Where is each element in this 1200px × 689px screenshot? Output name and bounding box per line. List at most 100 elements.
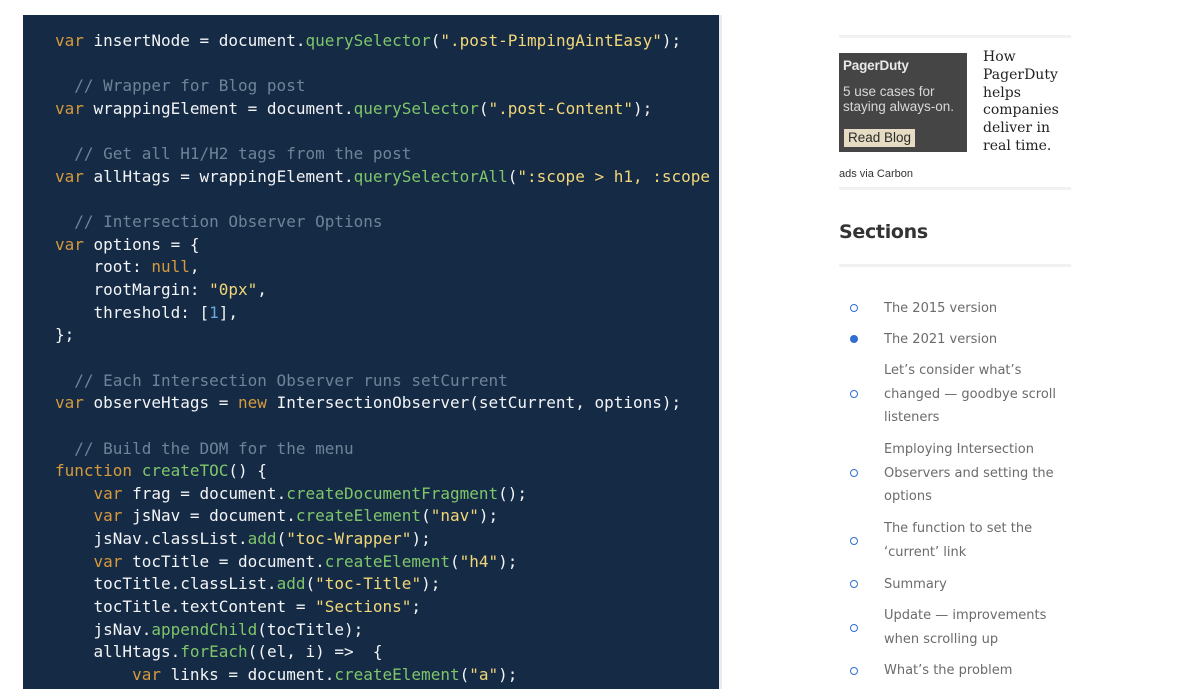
- code-token: );: [411, 529, 431, 549]
- toc-item-label[interactable]: The 2015 version: [884, 297, 1059, 321]
- divider: [839, 35, 1071, 38]
- code-line: var observeHtags = new IntersectionObser…: [55, 392, 719, 415]
- code-token: (tocTitle);: [257, 619, 364, 639]
- ad-tagline: 5 use cases for staying always-on.: [843, 84, 955, 114]
- toc-item-label[interactable]: The 2021 version: [884, 328, 1059, 352]
- ad-brand-logo: PagerDuty: [843, 58, 909, 73]
- code-token: createElement: [324, 551, 450, 571]
- code-token: // Each Intersection Observer runs setCu…: [55, 370, 508, 390]
- code-token: };: [55, 325, 75, 345]
- sections-title: Sections: [839, 221, 928, 243]
- code-token: ":scope > h1, :scope > h2": [517, 166, 711, 186]
- code-token: null: [151, 257, 190, 277]
- code-token: );: [421, 574, 441, 594]
- ads-via-carbon-link[interactable]: ads via Carbon: [839, 168, 913, 180]
- code-token: allHtags.: [55, 642, 181, 662]
- code-token: createDocumentFragment: [286, 483, 499, 503]
- code-token: var: [93, 506, 123, 526]
- code-token: "0px": [209, 280, 258, 300]
- code-line: var frag = document.createDocumentFragme…: [55, 483, 719, 506]
- code-line: };: [55, 324, 719, 347]
- code-token: (: [276, 529, 287, 549]
- toc-item-label[interactable]: Summary: [884, 573, 1059, 597]
- code-line: function createTOC() {: [55, 460, 719, 483]
- toc-bullet-active-icon: [850, 335, 858, 343]
- code-token: "a": [469, 664, 499, 684]
- toc-item-label[interactable]: Let’s consider what’s changed — goodbye …: [884, 359, 1059, 430]
- code-token: observeHtags =: [83, 393, 239, 413]
- code-line: var links = document.createElement("a");: [55, 664, 719, 687]
- code-token: add: [276, 574, 306, 594]
- code-line: threshold: [1],: [55, 302, 719, 325]
- code-line: allHtags.forEach((el, i) => {: [55, 641, 719, 664]
- code-token: querySelectorAll: [353, 166, 508, 186]
- code-line: // Intersection Observer Options: [55, 211, 719, 234]
- code-token: "nav": [430, 506, 479, 526]
- code-token: jsNav = document.: [122, 506, 296, 526]
- code-line: rootMargin: "0px",: [55, 279, 719, 302]
- ad-text-link[interactable]: How PagerDuty helps companies deliver in…: [983, 49, 1071, 156]
- toc-item-label[interactable]: Update — improvements when scrolling up: [884, 604, 1059, 651]
- code-token: (: [421, 506, 431, 526]
- code-token: createTOC: [141, 461, 229, 481]
- code-line: var options = {: [55, 234, 719, 257]
- code-line: // Each Intersection Observer runs setCu…: [55, 370, 719, 393]
- code-token: links = document.: [160, 664, 335, 684]
- code-token: var: [55, 98, 84, 118]
- code-line: var wrappingElement = document.querySele…: [55, 98, 719, 121]
- code-line: tocTitle.classList.add("toc-Title");: [55, 573, 719, 596]
- code-token: );: [633, 98, 653, 118]
- code-line: var jsNav = document.createElement("nav"…: [55, 505, 719, 528]
- code-token: (: [459, 664, 470, 684]
- toc-bullet-icon: [850, 667, 858, 675]
- code-token: tocTitle = document.: [122, 551, 325, 571]
- ad-read-blog-button[interactable]: Read Blog: [844, 129, 916, 147]
- code-token: root:: [55, 257, 152, 277]
- code-token: allHtags = wrappingElement.: [83, 166, 354, 186]
- code-token: var: [55, 234, 84, 254]
- code-token: 1: [209, 302, 219, 322]
- code-token: add: [247, 529, 277, 549]
- code-token: "toc-Title": [315, 574, 422, 594]
- code-token: );: [478, 506, 499, 526]
- code-token: var: [93, 551, 123, 571]
- code-line: // Wrapper for Blog post: [55, 75, 719, 98]
- code-token: rootMargin:: [55, 280, 210, 300]
- code-token: );: [498, 664, 518, 684]
- ad-banner-image[interactable]: PagerDuty 5 use cases for staying always…: [839, 53, 967, 152]
- code-token: (: [449, 551, 460, 571]
- code-token: createElement: [295, 506, 422, 526]
- toc-item-label[interactable]: Employing Intersection Observers and set…: [884, 438, 1059, 509]
- code-token: // Get all H1/H2 tags from the post: [55, 144, 412, 164]
- code-token: "Sections": [315, 597, 412, 617]
- code-token: (: [507, 166, 518, 186]
- code-token: insertNode = document.: [83, 31, 306, 50]
- code-token: // Build the DOM for the menu: [55, 438, 354, 458]
- code-token: forEach: [180, 642, 248, 662]
- code-token: ".post-PimpingAintEasy": [440, 31, 662, 50]
- code-token: threshold: [: [55, 302, 210, 322]
- code-line: tocTitle.textContent = "Sections";: [55, 596, 719, 619]
- code-line: jsNav.classList.add("toc-Wrapper");: [55, 528, 719, 551]
- code-token: querySelector: [353, 98, 479, 118]
- code-token: var: [55, 31, 84, 50]
- toc-item-label[interactable]: The function to set the ‘current’ link: [884, 517, 1059, 564]
- code-token: ;: [411, 597, 422, 617]
- code-line: root: null,: [55, 256, 719, 279]
- code-line: var allHtags = wrappingElement.querySele…: [55, 166, 719, 189]
- code-block: var insertNode = document. querySelector (…: [23, 15, 722, 689]
- code-token: createElement: [334, 664, 460, 684]
- code-token: ],: [218, 302, 239, 322]
- toc-bullet-icon: [850, 537, 858, 545]
- code-token: new: [238, 393, 267, 413]
- toc-item-label[interactable]: What’s the problem: [884, 659, 1059, 683]
- code-line: jsNav.appendChild(tocTitle);: [55, 619, 719, 642]
- code-token: options = {: [83, 234, 200, 254]
- code-token: frag = document.: [122, 483, 287, 503]
- toc-bullet-icon: [850, 624, 858, 632]
- code-token: // Wrapper for Blog post: [55, 76, 306, 96]
